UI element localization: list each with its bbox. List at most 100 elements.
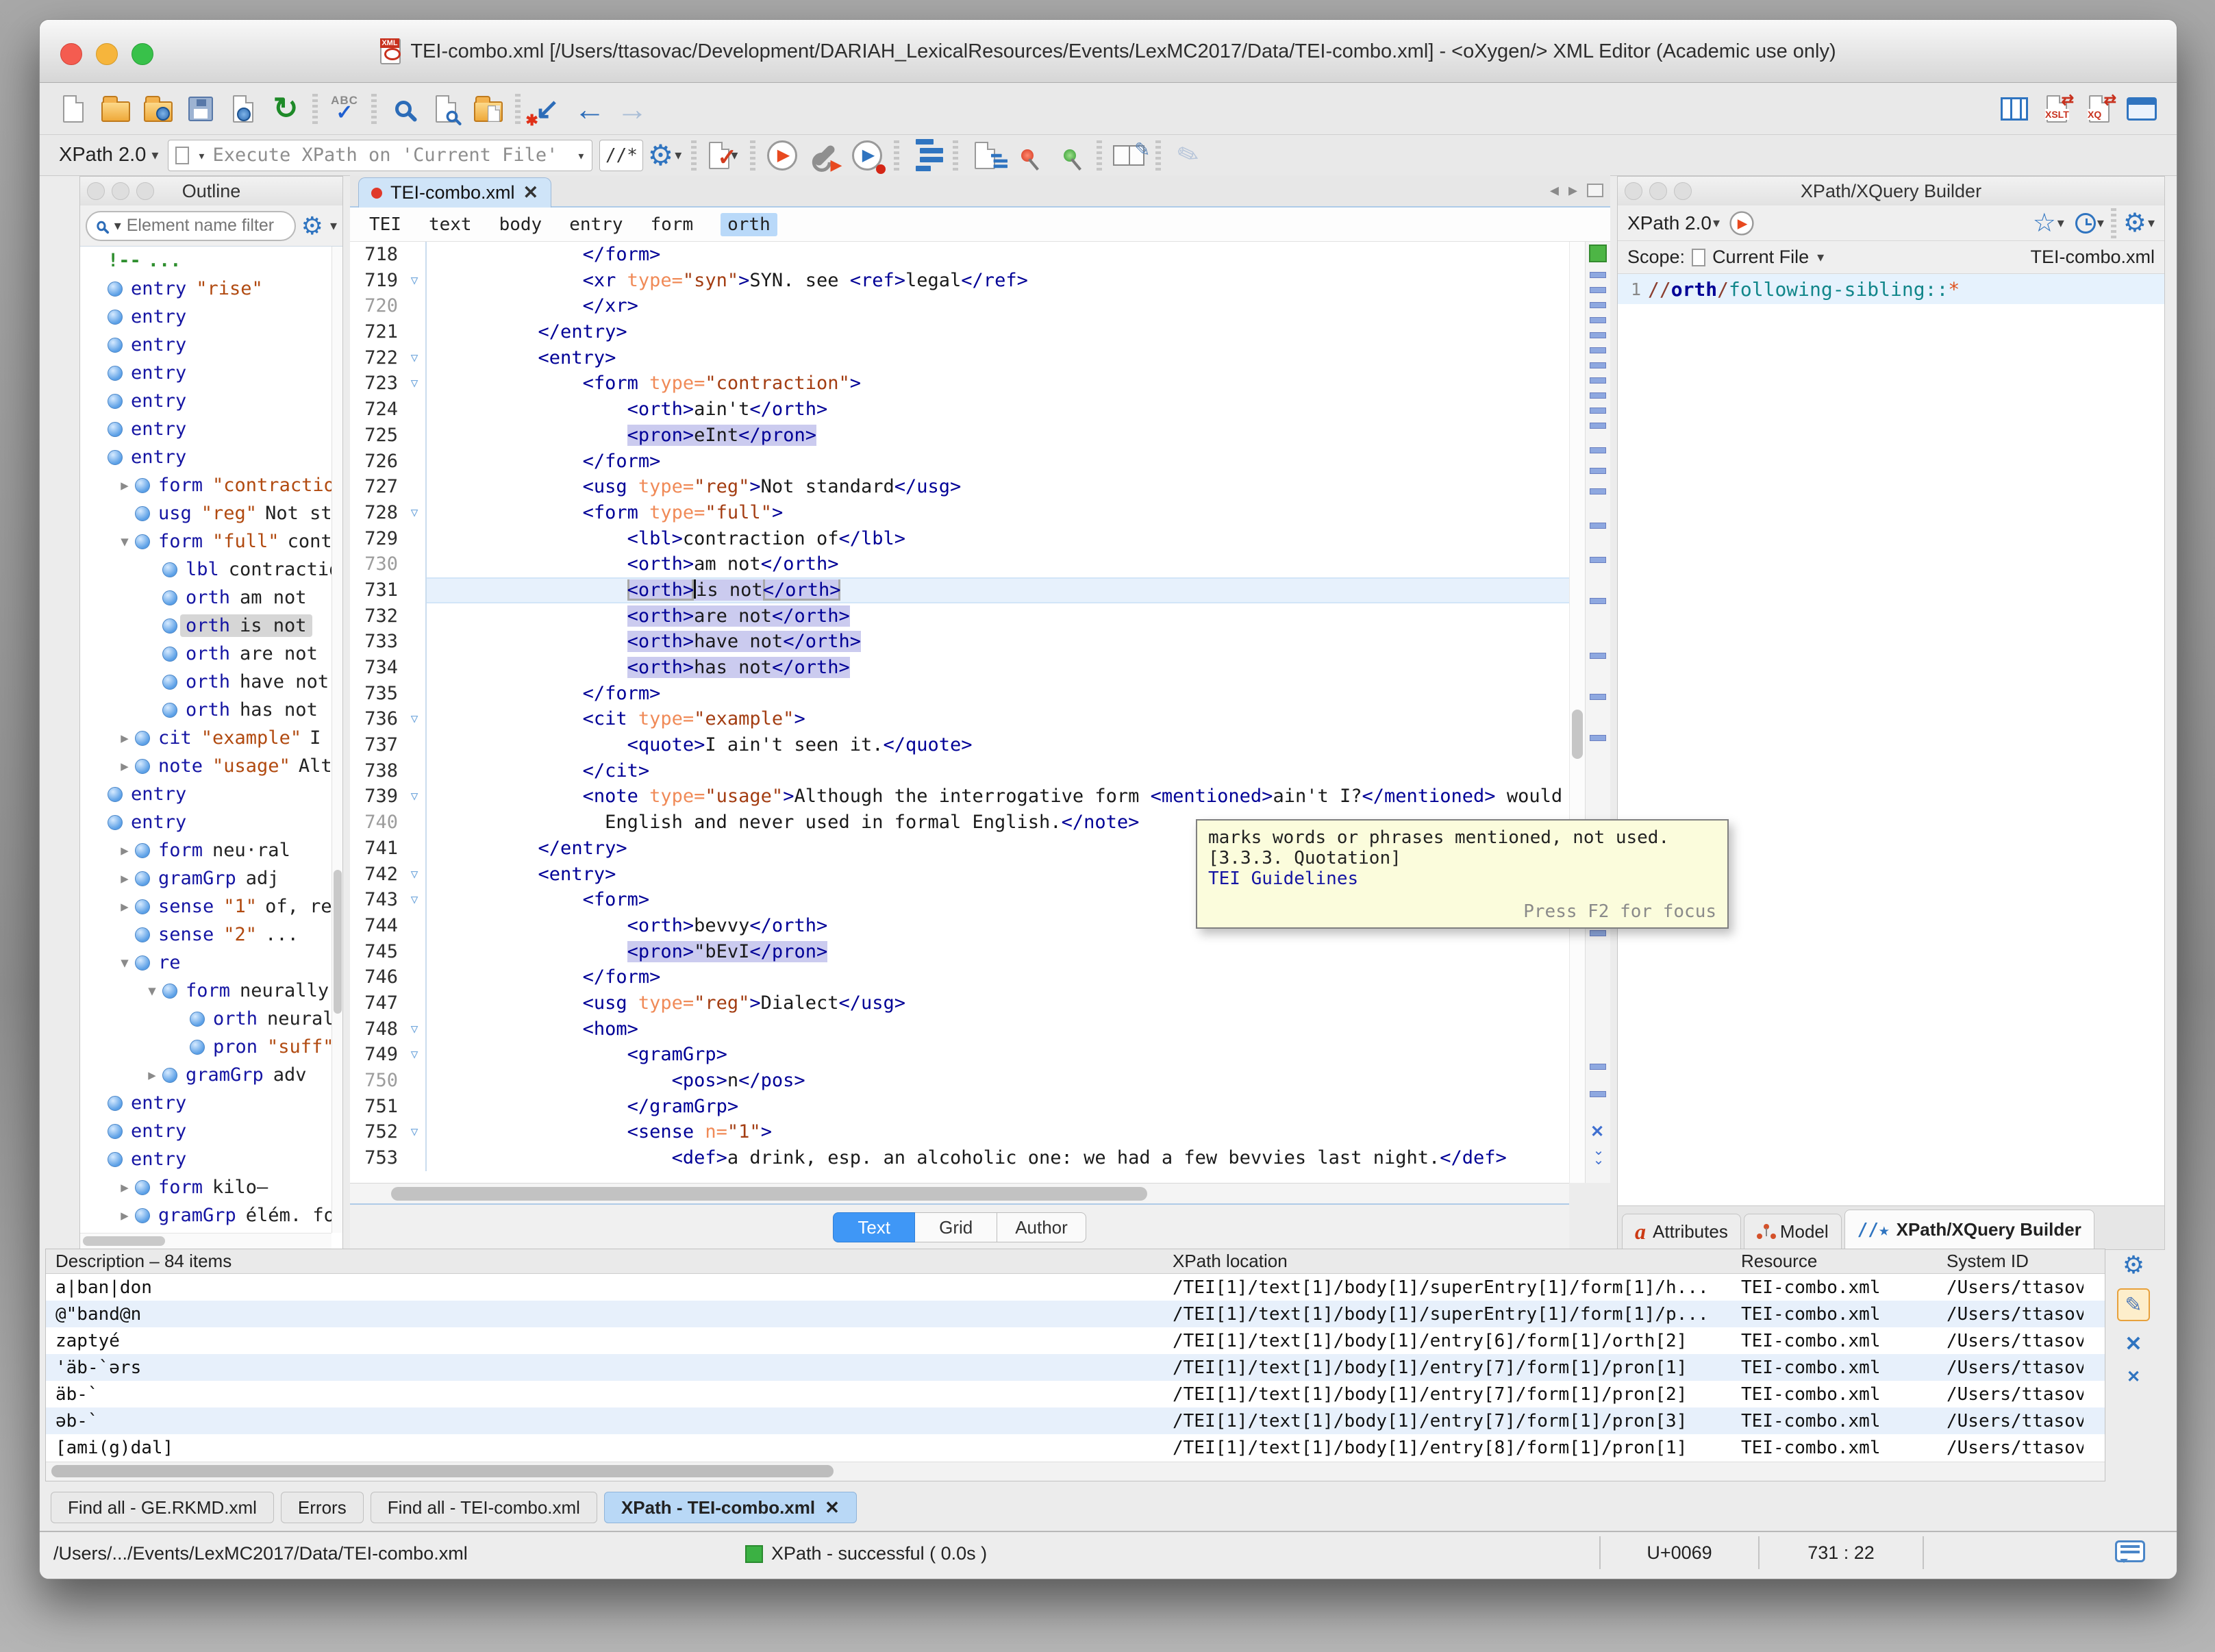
result-marker[interactable]: [1590, 447, 1606, 453]
mode-text[interactable]: Text: [833, 1212, 915, 1242]
code-line[interactable]: 726</form>: [350, 449, 1569, 475]
xpath-version-label[interactable]: XPath 2.0: [59, 144, 146, 166]
code-line[interactable]: 749▽<gramGrp>: [350, 1042, 1569, 1068]
new-document-button[interactable]: [52, 88, 95, 130]
bottom-tab-find-all-tei-combo-xml[interactable]: Find all - TEI-combo.xml: [371, 1492, 597, 1523]
outline-item[interactable]: ▶sense"1"of, relating to: [80, 892, 331, 921]
code-line[interactable]: 723▽<form type="contraction">: [350, 371, 1569, 397]
overview-ruler[interactable]: ✕⌄ ⌄: [1585, 242, 1610, 1183]
outline-item[interactable]: entry: [80, 443, 331, 471]
clear-markers-icon[interactable]: ✕: [1590, 1122, 1604, 1142]
chevron-down-icon[interactable]: ▾: [1713, 214, 1720, 231]
tree-toggle-icon[interactable]: ▼: [114, 534, 135, 549]
panel-tab-model[interactable]: Model: [1744, 1214, 1842, 1249]
outline-item[interactable]: entry: [80, 808, 331, 836]
results-horizontal-scrollbar[interactable]: [46, 1462, 2105, 1481]
outline-item[interactable]: ▶gramGrpadv: [80, 1061, 331, 1089]
chevron-down-icon[interactable]: ▾: [577, 147, 585, 164]
green-pin-button[interactable]: [1049, 134, 1091, 177]
open-file-button[interactable]: [95, 88, 137, 130]
open-url-button[interactable]: [137, 88, 179, 130]
save-button[interactable]: [179, 88, 222, 130]
xpath-builder-button[interactable]: //*: [599, 140, 643, 171]
tree-toggle-icon[interactable]: ▶: [114, 899, 135, 914]
outline-item[interactable]: orthhave not: [80, 668, 331, 696]
xpath-panel-version[interactable]: XPath 2.0: [1627, 212, 1712, 234]
gear-icon[interactable]: ⚙: [301, 214, 323, 238]
result-marker[interactable]: [1590, 694, 1606, 700]
outline-item[interactable]: orthneurally: [80, 1005, 331, 1033]
tree-toggle-icon[interactable]: ▶: [114, 478, 135, 493]
indent-button[interactable]: [905, 134, 947, 177]
result-row[interactable]: [ami(g)dal]/TEI[1]/text[1]/body[1]/entry…: [46, 1434, 2105, 1461]
go-to-last-edit-button[interactable]: ↙✱: [526, 88, 568, 130]
outline-item[interactable]: ▼form"full"contraction of: [80, 527, 331, 555]
tei-guidelines-link[interactable]: TEI Guidelines: [1208, 868, 1716, 889]
outline-item[interactable]: sense"2"...: [80, 921, 331, 949]
close-tab-icon[interactable]: ✕: [825, 1497, 840, 1518]
outline-horizontal-scrollbar[interactable]: [80, 1233, 331, 1249]
outline-item[interactable]: entry: [80, 1117, 331, 1145]
tree-toggle-icon[interactable]: ▶: [114, 1180, 135, 1195]
panel-tab-attributes[interactable]: aAttributes: [1622, 1214, 1741, 1249]
breadcrumb-item-form[interactable]: form: [651, 214, 694, 235]
remove-all-results-icon[interactable]: ✕: [2127, 1367, 2140, 1387]
bottom-tab-find-all-ge-rkmd-xml[interactable]: Find all - GE.RKMD.xml: [51, 1492, 274, 1523]
fold-toggle-icon[interactable]: ▽: [403, 371, 427, 397]
fold-toggle-icon[interactable]: ▽: [403, 500, 427, 526]
xquery-debugger-button[interactable]: XQ⇄: [2078, 88, 2120, 130]
code-line[interactable]: 730<orth>am not</orth>: [350, 551, 1569, 577]
xpath-input[interactable]: ▾ Execute XPath on 'Current File' ▾: [168, 140, 592, 171]
outline-item[interactable]: orthhas not: [80, 696, 331, 724]
result-marker[interactable]: [1590, 377, 1606, 384]
code-line[interactable]: 720</xr>: [350, 293, 1569, 319]
back-button[interactable]: ←: [568, 88, 611, 130]
result-marker[interactable]: [1590, 468, 1606, 474]
result-marker[interactable]: [1590, 598, 1606, 604]
result-marker[interactable]: [1590, 523, 1606, 529]
result-marker[interactable]: [1590, 930, 1606, 936]
format-indent-button[interactable]: [964, 134, 1006, 177]
outline-item[interactable]: ▶formneu·ral: [80, 836, 331, 864]
outline-item[interactable]: ▶formkilo–: [80, 1173, 331, 1201]
chevron-down-icon[interactable]: ▾: [114, 217, 121, 234]
code-line[interactable]: 731<orth>is not</orth>: [350, 577, 1569, 603]
code-line[interactable]: 748▽<hom>: [350, 1016, 1569, 1042]
tabs-scroll-right-icon[interactable]: ▸: [1568, 179, 1577, 201]
result-marker[interactable]: [1590, 332, 1606, 338]
code-line[interactable]: 725<pron>eInt</pron>: [350, 423, 1569, 449]
breadcrumb-item-TEI[interactable]: TEI: [369, 214, 401, 235]
outline-item[interactable]: pron"suff": [80, 1033, 331, 1061]
tree-toggle-icon[interactable]: ▶: [142, 1068, 162, 1083]
result-marker[interactable]: [1590, 362, 1606, 368]
result-marker[interactable]: [1590, 347, 1606, 353]
outline-item[interactable]: ortham not: [80, 584, 331, 612]
code-line[interactable]: 752▽<sense n="1">: [350, 1119, 1569, 1145]
editor-tab[interactable]: TEI-combo.xml ✕: [358, 177, 551, 208]
result-row[interactable]: @"band@n/TEI[1]/text[1]/body[1]/superEnt…: [46, 1301, 2105, 1327]
outline-item[interactable]: entry"rise": [80, 275, 331, 303]
mode-grid[interactable]: Grid: [915, 1212, 997, 1242]
fold-toggle-icon[interactable]: ▽: [403, 887, 427, 913]
scope-value[interactable]: Current File: [1712, 247, 1809, 268]
breadcrumb-item-body[interactable]: body: [499, 214, 542, 235]
code-line[interactable]: 733<orth>have not</orth>: [350, 629, 1569, 655]
find-replace-button[interactable]: [382, 88, 425, 130]
xslt-debugger-button[interactable]: XSLT⇄: [2036, 88, 2078, 130]
outline-item[interactable]: orthis not: [80, 612, 331, 640]
code-line[interactable]: 728▽<form type="full">: [350, 500, 1569, 526]
results-header-description[interactable]: Description – 84 items: [46, 1251, 1173, 1272]
chevron-down-icon[interactable]: ▾: [330, 217, 337, 234]
result-marker[interactable]: [1590, 1091, 1606, 1097]
chevron-down-icon[interactable]: ▾: [197, 147, 205, 164]
outline-item[interactable]: ▶gramGrpélém. formant: [80, 1201, 331, 1229]
results-header-resource[interactable]: Resource: [1741, 1251, 1947, 1272]
result-marker[interactable]: [1590, 392, 1606, 399]
outline-item[interactable]: ▶form"contraction": [80, 471, 331, 499]
outline-item[interactable]: ▶cit"example"I ain't seen it.: [80, 724, 331, 752]
tab-list-icon[interactable]: [1587, 184, 1603, 197]
outline-item[interactable]: entry: [80, 1089, 331, 1117]
result-marker[interactable]: [1590, 1064, 1606, 1070]
xpath-expression-editor[interactable]: 1 //orth/following-sibling::*: [1618, 274, 2164, 1205]
mode-author[interactable]: Author: [997, 1212, 1086, 1242]
